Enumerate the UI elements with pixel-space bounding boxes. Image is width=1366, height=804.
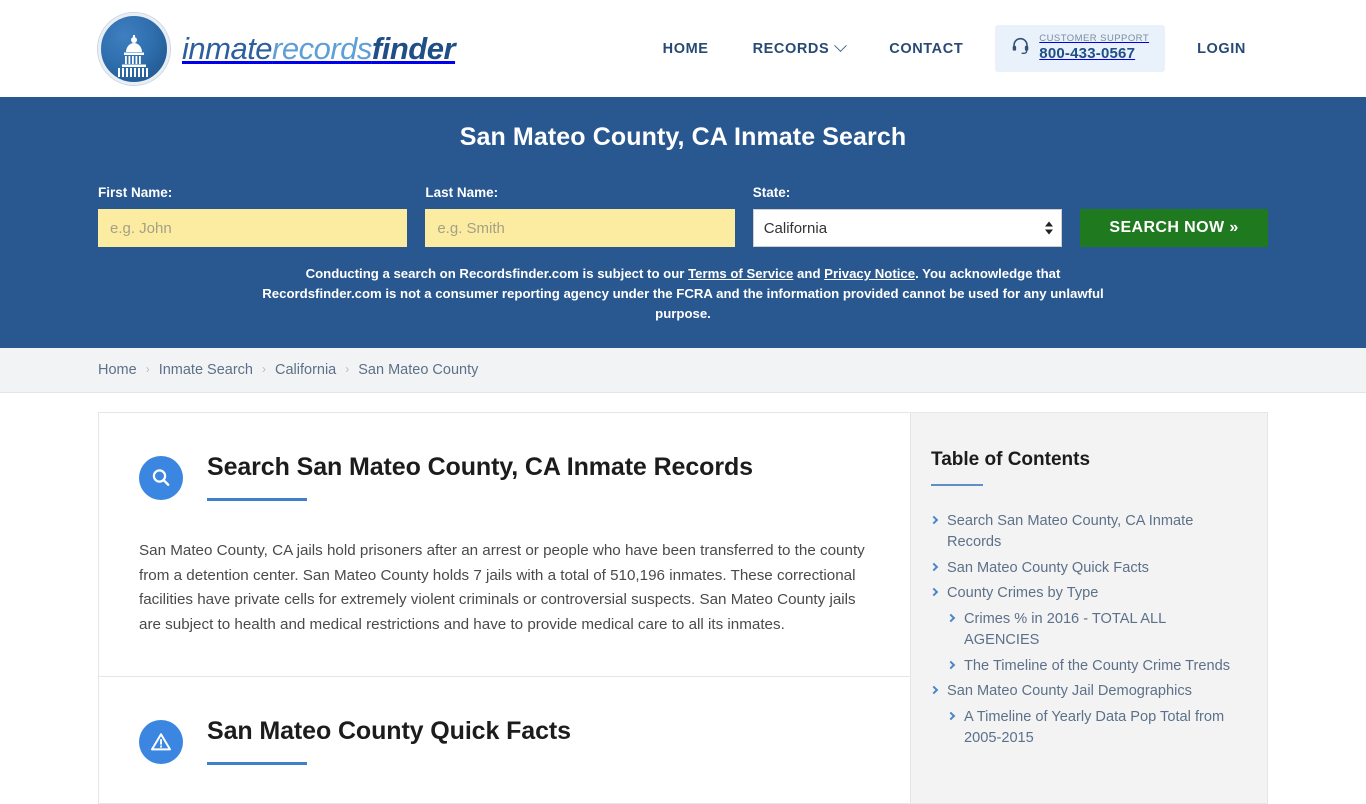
support-phone: 800-433-0567 (1039, 45, 1136, 63)
last-name-field-group: Last Name: (425, 185, 735, 247)
section-search-records: Search San Mateo County, CA Inmate Recor… (99, 413, 910, 677)
terms-of-service-link[interactable]: Terms of Service (688, 266, 793, 281)
logo-text-finder: finder (371, 30, 456, 66)
breadcrumb: Home › Inmate Search › California › San … (0, 348, 1366, 394)
toc-list: Search San Mateo County, CA Inmate Recor… (929, 511, 1237, 748)
last-name-input[interactable] (425, 209, 735, 247)
warning-circle-icon (139, 719, 183, 764)
logo-wordmark: inmaterecordsfinder (182, 30, 456, 67)
state-label: State: (752, 185, 791, 200)
search-circle-icon (139, 456, 183, 501)
hero-search-section: San Mateo County, CA Inmate Search First… (0, 97, 1366, 349)
chevron-right-icon (929, 685, 939, 695)
state-field-group: State: California (752, 185, 1063, 247)
breadcrumb-item-california[interactable]: California (275, 362, 336, 378)
disclaimer-part2: and (793, 266, 825, 281)
nav-contact-label: CONTACT (889, 40, 964, 57)
last-name-label: Last Name: (425, 185, 499, 200)
nav-login[interactable]: LOGIN (1175, 41, 1268, 57)
section-title-quick-facts: San Mateo County Quick Facts (207, 716, 571, 745)
chevron-right-icon (946, 660, 956, 669)
logo-text-inmate: inmate (182, 30, 273, 66)
chevron-right-icon (946, 613, 956, 623)
search-disclaimer: Conducting a search on Recordsfinder.com… (261, 264, 1106, 324)
toc-underline (931, 484, 983, 487)
customer-support-box[interactable]: CUSTOMER SUPPORT 800-433-0567 (995, 25, 1166, 72)
section-body-search-records: San Mateo County, CA jails hold prisoner… (139, 542, 865, 634)
privacy-notice-link[interactable]: Privacy Notice (824, 266, 915, 281)
support-label: CUSTOMER SUPPORT (1039, 33, 1150, 45)
toc-link[interactable]: San Mateo County Quick Facts (947, 558, 1149, 579)
toc-link[interactable]: San Mateo County Jail Demographics (947, 681, 1192, 702)
capitol-dome-icon (98, 12, 170, 85)
toc-link[interactable]: Search San Mateo County, CA Inmate Recor… (947, 511, 1237, 552)
headset-icon (1011, 36, 1030, 60)
toc-item[interactable]: The Timeline of the County Crime Trends (931, 656, 1237, 677)
logo-text-records: records (272, 30, 372, 66)
nav-home-label: HOME (662, 40, 709, 57)
breadcrumb-item-inmate-search[interactable]: Inmate Search (159, 362, 253, 378)
toc-link[interactable]: Crimes % in 2016 - TOTAL ALL AGENCIES (964, 609, 1237, 650)
search-now-button[interactable]: SEARCH NOW » (1080, 209, 1268, 247)
chevron-right-icon (929, 588, 939, 597)
breadcrumb-item-home[interactable]: Home (98, 362, 137, 378)
breadcrumb-separator-icon: › (262, 362, 266, 377)
first-name-label: First Name: (98, 185, 173, 200)
state-select[interactable]: California (752, 209, 1063, 247)
toc-item[interactable]: Search San Mateo County, CA Inmate Recor… (929, 511, 1237, 552)
main-navigation: HOME RECORDS CONTACT CUSTOMER SUPPORT 80… (641, 0, 1268, 97)
table-of-contents-title: Table of Contents (931, 449, 1091, 471)
breadcrumb-separator-icon: › (145, 362, 150, 377)
toc-item[interactable]: County Crimes by Type (929, 583, 1237, 604)
first-name-input[interactable] (98, 209, 408, 247)
toc-link[interactable]: The Timeline of the County Crime Trends (964, 656, 1230, 677)
toc-item[interactable]: A Timeline of Yearly Data Pop Total from… (931, 707, 1237, 748)
breadcrumb-separator-icon: › (345, 362, 350, 377)
chevron-right-icon (929, 515, 939, 525)
section-underline (207, 761, 307, 765)
inmate-search-form: First Name: Last Name: State: California… (98, 185, 1268, 247)
table-of-contents-sidebar: Table of Contents Search San Mateo Count… (910, 412, 1268, 804)
page-title: San Mateo County, CA Inmate Search (459, 123, 907, 151)
nav-login-label: LOGIN (1197, 40, 1246, 57)
page-content: Search San Mateo County, CA Inmate Recor… (0, 393, 1366, 804)
section-title-search-records: Search San Mateo County, CA Inmate Recor… (207, 453, 753, 482)
nav-records[interactable]: RECORDS (731, 39, 868, 57)
chevron-down-icon (834, 39, 848, 53)
site-logo[interactable]: inmaterecordsfinder (98, 12, 456, 85)
toc-link[interactable]: A Timeline of Yearly Data Pop Total from… (964, 707, 1237, 748)
section-quick-facts: San Mateo County Quick Facts (99, 677, 910, 803)
toc-item[interactable]: San Mateo County Jail Demographics (929, 681, 1237, 702)
toc-item[interactable]: San Mateo County Quick Facts (929, 558, 1237, 579)
nav-home[interactable]: HOME (641, 41, 731, 57)
main-content-card: Search San Mateo County, CA Inmate Recor… (98, 412, 910, 804)
nav-contact[interactable]: CONTACT (867, 41, 985, 57)
toc-item[interactable]: Crimes % in 2016 - TOTAL ALL AGENCIES (931, 609, 1237, 650)
site-header: inmaterecordsfinder HOME RECORDS CONTACT (0, 0, 1366, 97)
nav-records-label: RECORDS (752, 40, 830, 57)
breadcrumb-item-current: San Mateo County (358, 362, 479, 379)
chevron-right-icon (929, 562, 939, 571)
section-underline (207, 498, 307, 502)
first-name-field-group: First Name: (98, 185, 408, 247)
chevron-right-icon (946, 711, 956, 721)
disclaimer-part1: Conducting a search on Recordsfinder.com… (305, 266, 689, 281)
toc-link[interactable]: County Crimes by Type (947, 583, 1098, 604)
